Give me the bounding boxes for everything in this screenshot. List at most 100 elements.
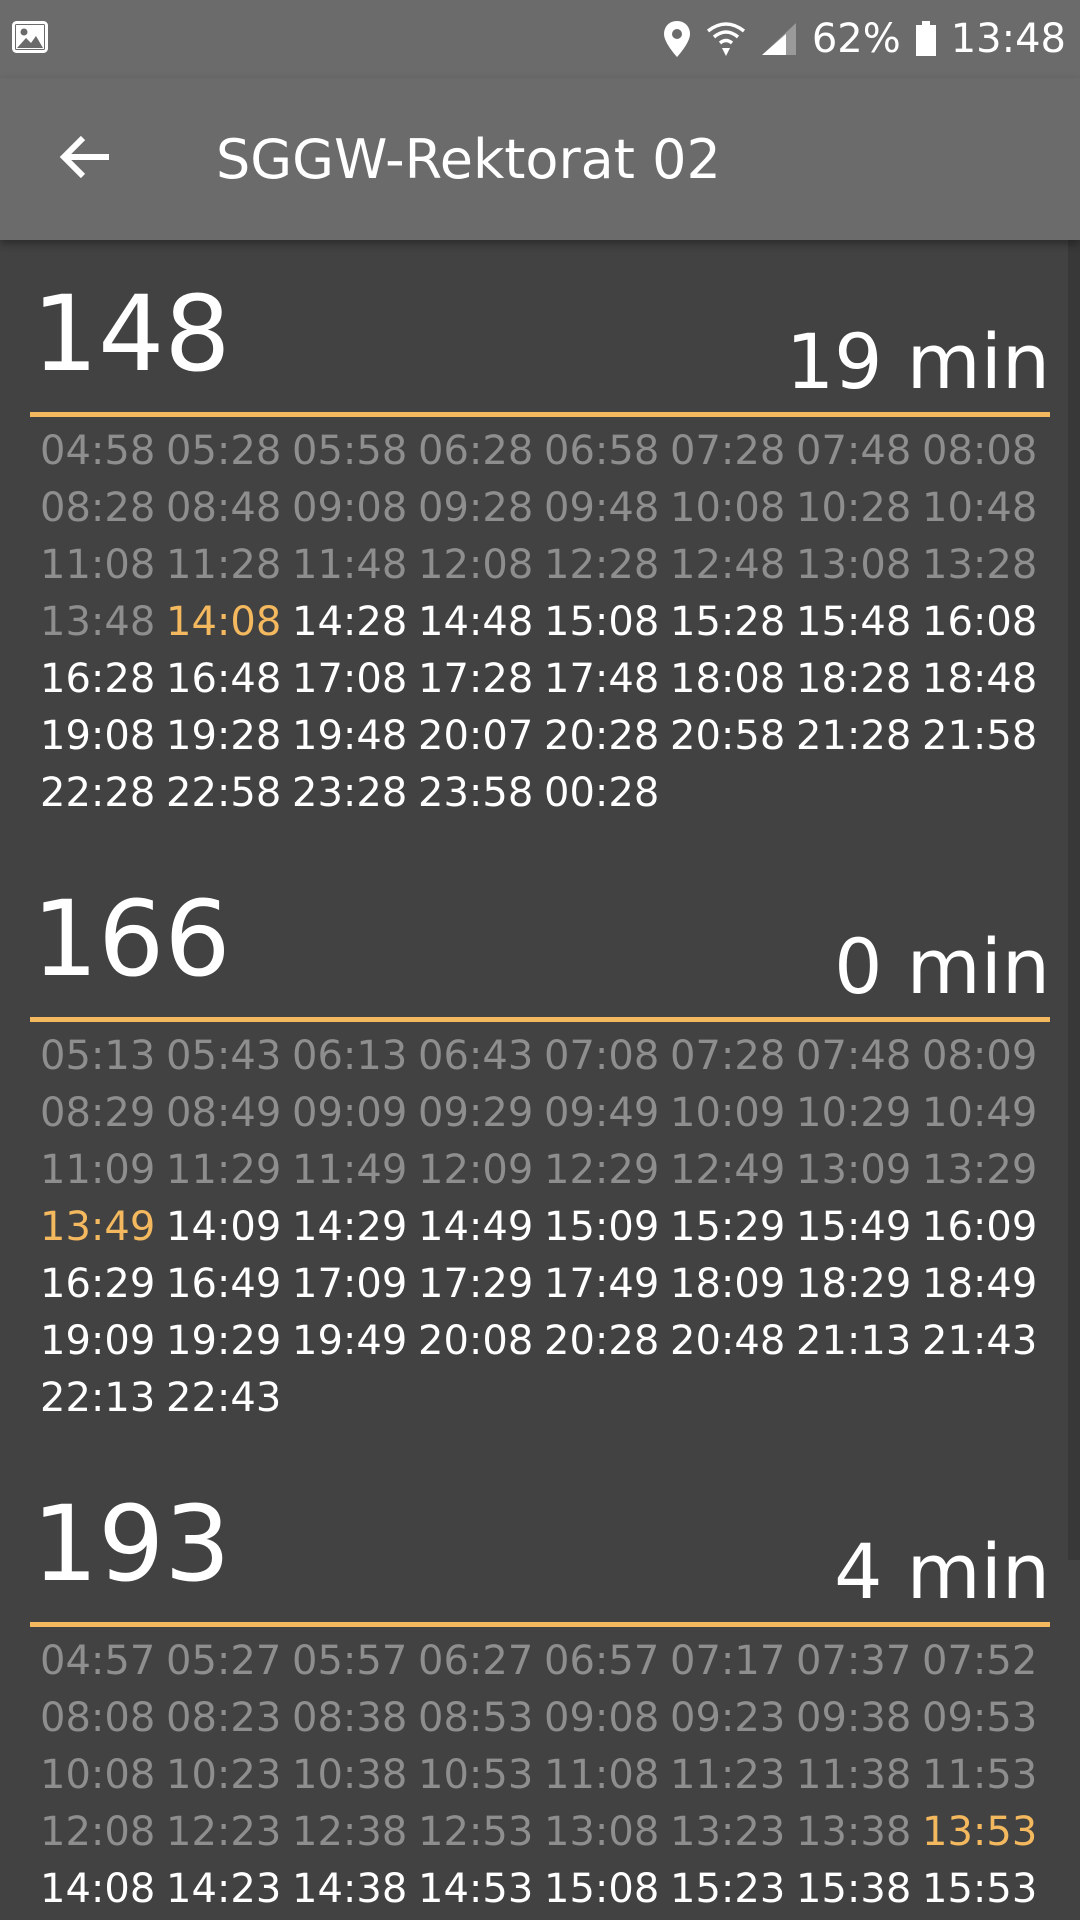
departure-time: 21:28 [796,713,912,759]
departure-time: 17:28 [418,656,534,702]
app-bar: SGGW-Rektorat 02 [0,78,1080,240]
departure-time: 07:28 [670,1033,786,1079]
departure-time: 11:28 [166,542,282,588]
departure-time: 12:08 [40,1809,156,1855]
line-card-193[interactable]: 193 4 min 04:57 05:27 05:57 06:27 06:57 07:17… [30,1450,1050,1918]
line-card-148[interactable]: 148 19 min 04:58 05:28 05:58 06:28 06:58 07:2… [30,240,1050,822]
departure-time: 20:28 [544,713,660,759]
departure-time: 16:28 [40,656,156,702]
departure-time: 14:29 [292,1204,408,1250]
departure-time: 15:38 [796,1866,912,1912]
departure-time: 09:29 [418,1090,534,1136]
departure-time: 13:23 [670,1809,786,1855]
departure-time: 10:08 [670,485,786,531]
departure-time: 15:08 [544,599,660,645]
departure-time: 15:23 [670,1866,786,1912]
departure-time: 09:53 [922,1695,1038,1741]
departure-time: 08:49 [166,1090,282,1136]
departure-time: 06:13 [292,1033,408,1079]
departure-time: 09:48 [544,485,660,531]
departure-time: 10:49 [922,1090,1038,1136]
line-card-166[interactable]: 166 0 min 05:13 05:43 06:13 06:43 07:08 07:28… [30,845,1050,1427]
departure-time: 05:27 [166,1638,282,1684]
departure-time: 20:58 [670,713,786,759]
line-eta: 19 min [785,317,1050,406]
departure-time: 09:49 [544,1090,660,1136]
departure-time: 19:48 [292,713,408,759]
departure-time: 07:52 [922,1638,1038,1684]
departure-time: 16:48 [166,656,282,702]
departure-time: 13:28 [922,542,1038,588]
departure-time: 08:53 [418,1695,534,1741]
departure-time: 16:29 [40,1261,156,1307]
departure-time: 08:23 [166,1695,282,1741]
departure-time: 08:08 [40,1695,156,1741]
departure-time: 12:28 [544,542,660,588]
departure-time: 19:29 [166,1318,282,1364]
departure-time: 17:49 [544,1261,660,1307]
departure-time: 18:08 [670,656,786,702]
departure-time: 10:29 [796,1090,912,1136]
departure-time: 10:23 [166,1752,282,1798]
departure-time: 11:49 [292,1147,408,1193]
departure-time: 19:09 [40,1318,156,1364]
departure-time: 09:23 [670,1695,786,1741]
departure-time: 12:09 [418,1147,534,1193]
departure-time: 09:09 [292,1090,408,1136]
departure-time: 20:08 [418,1318,534,1364]
departure-time: 23:28 [292,770,408,816]
departure-time: 17:48 [544,656,660,702]
departure-time: 22:13 [40,1375,156,1421]
departure-time: 20:28 [544,1318,660,1364]
departure-time: 11:38 [796,1752,912,1798]
departure-time: 11:08 [40,542,156,588]
departure-time: 10:09 [670,1090,786,1136]
departure-time: 15:53 [922,1866,1038,1912]
departure-time: 16:09 [922,1204,1038,1250]
battery-icon [915,21,937,57]
departure-time: 13:48 [40,599,156,645]
departure-time: 18:48 [922,656,1038,702]
back-button[interactable] [30,104,140,214]
departure-time: 06:58 [544,428,660,474]
departure-time: 08:08 [922,428,1038,474]
departure-time: 08:48 [166,485,282,531]
scrollbar[interactable] [1068,240,1080,1560]
departure-time: 14:28 [292,599,408,645]
departure-time: 06:28 [418,428,534,474]
departure-time: 00:28 [544,770,660,816]
departure-time: 08:28 [40,485,156,531]
departure-time: 19:49 [292,1318,408,1364]
departure-time: 15:09 [544,1204,660,1250]
departure-time: 10:28 [796,485,912,531]
departure-time: 11:08 [544,1752,660,1798]
departure-time: 06:57 [544,1638,660,1684]
departure-time: 15:48 [796,599,912,645]
departure-time: 04:57 [40,1638,156,1684]
departure-time: 10:53 [418,1752,534,1798]
departure-time: 04:58 [40,428,156,474]
departure-time: 05:28 [166,428,282,474]
departure-time: 15:28 [670,599,786,645]
signal-icon [760,21,798,57]
departure-time: 14:49 [418,1204,534,1250]
departure-time: 08:38 [292,1695,408,1741]
departure-time: 12:08 [418,542,534,588]
departure-time: 17:29 [418,1261,534,1307]
departure-time: 21:43 [922,1318,1038,1364]
departure-time: 11:48 [292,542,408,588]
departure-time: 21:58 [922,713,1038,759]
departure-time: 07:48 [796,1033,912,1079]
departure-time: 16:49 [166,1261,282,1307]
departure-time: 19:08 [40,713,156,759]
departure-time: 11:23 [670,1752,786,1798]
departure-time: 06:43 [418,1033,534,1079]
next-departure-time: 14:08 [166,599,282,645]
line-header: 193 4 min [30,1450,1050,1627]
timetable-list[interactable]: 148 19 min 04:58 05:28 05:58 06:28 06:58 07:2… [0,240,1062,1920]
departure-time: 15:49 [796,1204,912,1250]
departure-time: 07:28 [670,428,786,474]
line-eta: 4 min [834,1527,1050,1616]
line-number: 193 [32,1483,231,1605]
line-eta: 0 min [834,922,1050,1011]
